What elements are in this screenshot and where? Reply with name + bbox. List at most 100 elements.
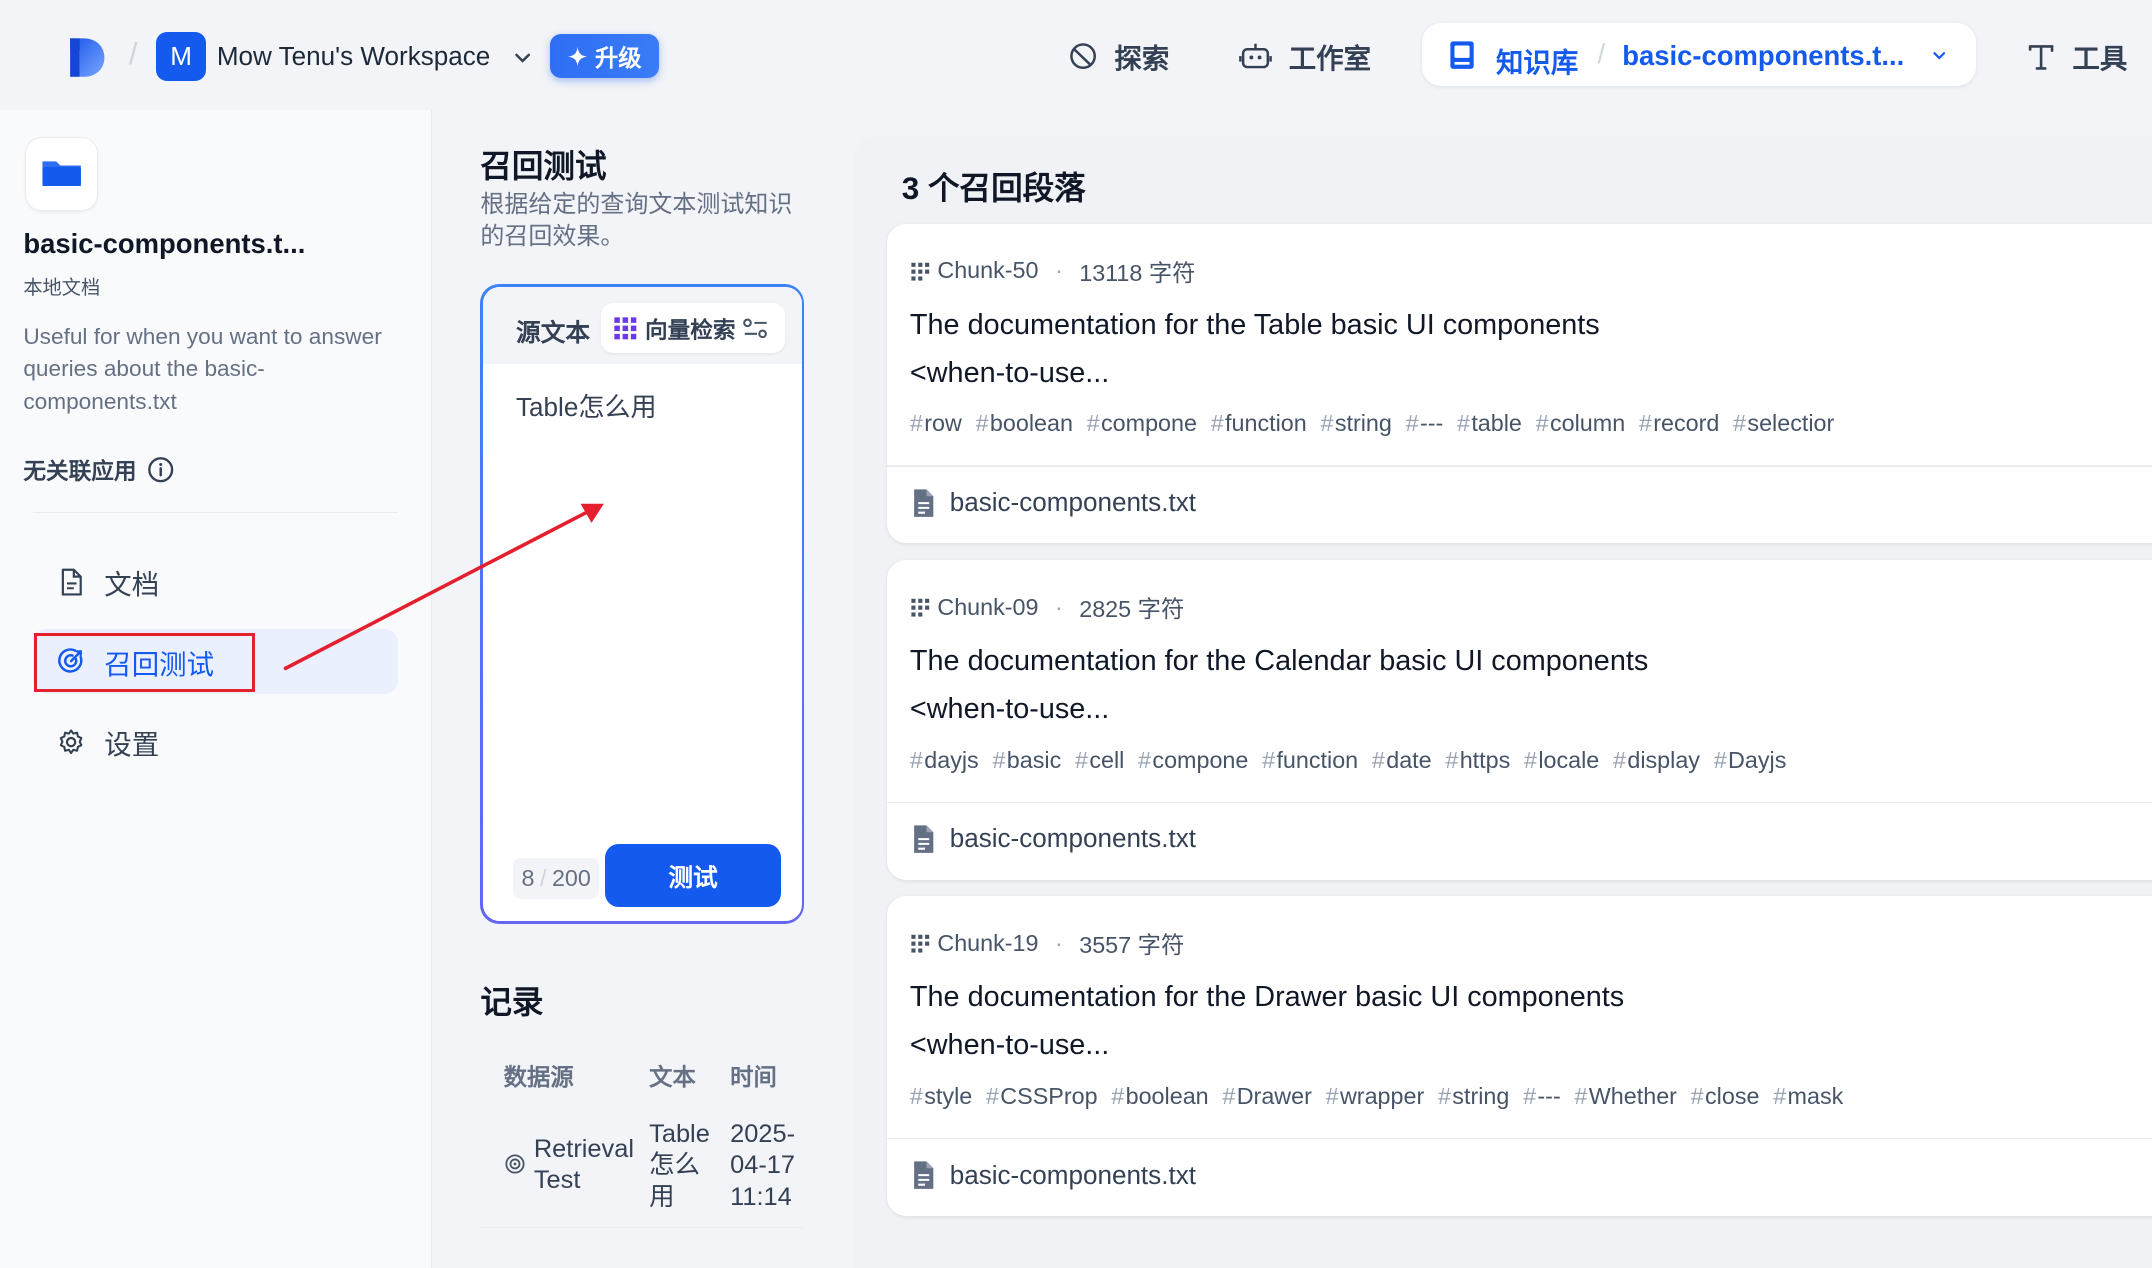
info-icon[interactable] [147,456,174,483]
nav-tools[interactable]: 工具 [2026,33,2128,80]
retrieval-mode-button[interactable]: 向量检索 [601,303,785,353]
keyword-tag: #CSSProp [985,1082,1098,1109]
nav-explore[interactable]: 探索 [1068,33,1169,80]
keyword-tag: #--- [1405,410,1444,437]
chunk-meta: Chunk-50 · 13118 字符 [910,254,1196,288]
char-count: 8 [521,864,535,891]
gear-icon [60,729,83,755]
chunk-id: Chunk-09 [937,593,1039,620]
app-stage: / M Mow Tenu's Workspace 升级 探索 工作室 知识库 /… [0,0,2152,1268]
linked-apps-label: 无关联应用 [23,458,137,484]
chunk-file-name: basic-components.txt [949,487,1196,518]
keyword-tag: #column [1535,410,1626,437]
dify-logo-icon[interactable] [66,37,107,78]
chunk-id: Chunk-50 [937,257,1039,284]
breadcrumb-separator: / [1597,38,1606,70]
chunk-line: The documentation for the Drawer basic U… [909,981,1625,1014]
chunk-source-file[interactable]: basic-components.txt [910,1160,1196,1191]
grid-dots-icon [911,935,930,953]
keyword-tag: #close [1690,1082,1760,1109]
dataset-description: Useful for when you want to answer queri… [23,324,382,414]
keyword-tag: #boolean [1111,1082,1209,1109]
column-header: 时间 [730,1064,777,1091]
chunk-source-file[interactable]: basic-components.txt [910,823,1196,854]
chunk-char-count: 13118 字符 [1079,259,1196,286]
chunk-line: <when-to-use... [909,692,1110,725]
workspace-avatar[interactable]: M [156,31,206,81]
records-title: 记录 [480,984,544,1021]
table-row[interactable]: Retrieval Test Table怎么用 2025-04-17 11:14 [480,1114,805,1228]
linked-apps-status: 无关联应用 [23,453,175,486]
keyword-tag: #Whether [1574,1082,1677,1109]
record-source: Retrieval Test [533,1134,634,1195]
folder-icon [42,161,81,187]
chunk-content: The documentation for the Table basic UI… [910,301,1600,397]
sidebar-item-label: 设置 [104,729,160,761]
chunk-content: The documentation for the Drawer basic U… [910,973,1624,1069]
header-separator: / [129,38,138,72]
file-icon [914,825,934,853]
robot-icon [1239,43,1273,69]
char-limit: 200 [551,864,591,891]
column-header: 数据源 [503,1064,574,1091]
chunk-line: <when-to-use... [909,356,1110,389]
keyword-tag: #compone [1086,410,1197,437]
keyword-tag: #function [1262,746,1359,773]
keyword-tag: #display [1613,746,1700,773]
chunk-meta: Chunk-19 · 3557 字符 [910,926,1184,960]
dataset-breadcrumb[interactable]: basic-components.t... [1622,40,1904,72]
chunk-card[interactable]: Chunk-09 · 2825 字符 The documentation for th… [886,559,2152,880]
keyword-tag: #row [909,410,962,437]
retrieval-mode-label: 向量检索 [645,317,736,343]
sidebar-item-label: 文档 [104,568,160,600]
chunk-keywords: #dayjs #basic #cell #compone #function #date #… [910,747,1800,780]
test-button[interactable]: 测试 [605,844,781,908]
chunk-card[interactable]: Chunk-19 · 3557 字符 The documentation for th… [886,896,2152,1216]
dataset-title: basic-components.t... [23,227,306,259]
chunk-line: The documentation for the Calendar basic… [909,644,1649,677]
chunk-keywords: #style #CSSProp #boolean #Drawer #wrapper #st… [910,1083,1857,1116]
nav-knowledge-pill[interactable]: 知识库 / basic-components.t... [1421,23,1977,87]
nav-studio[interactable]: 工作室 [1239,33,1371,80]
sidebar-item-documents[interactable]: 文档 [33,549,398,615]
chunk-divider [886,465,2152,467]
query-card: 源文本 向量检索 Table怎么用 8 / 200 测试 [480,284,805,924]
grid-dots-icon [911,598,930,617]
sidebar-item-settings[interactable]: 设置 [33,710,398,776]
nav-knowledge-label[interactable]: 知识库 [1496,40,1578,80]
chunk-meta: Chunk-09 · 2825 字符 [910,590,1184,624]
sidebar-divider [32,511,398,514]
keyword-tag: #Drawer [1222,1082,1312,1109]
nav-tools-label: 工具 [2072,43,2128,75]
keyword-tag: #dayjs [909,746,979,773]
chunk-file-name: basic-components.txt [949,823,1196,854]
upgrade-button[interactable]: 升级 [550,34,659,79]
record-time: 2025-04-17 11:14 [730,1119,796,1211]
keyword-tag: #https [1445,746,1511,773]
column-header: 文本 [649,1064,696,1091]
chevron-down-icon[interactable] [1931,47,1947,63]
settings-sliders-icon[interactable] [742,316,769,341]
keyword-tag: #function [1210,410,1307,437]
keyword-tag: #string [1437,1082,1510,1109]
tools-icon [2028,45,2054,70]
dataset-type: 本地文档 [23,277,101,299]
keyword-tag: #compone [1138,746,1249,773]
nav-studio-label: 工作室 [1288,43,1372,75]
workspace-name[interactable]: Mow Tenu's Workspace [217,41,490,72]
keyword-tag: #wrapper [1325,1082,1425,1109]
keyword-tag: #string [1320,410,1392,437]
chunk-card[interactable]: Chunk-50 · 13118 字符 The documentation for t… [886,223,2152,544]
chunk-source-file[interactable]: basic-components.txt [910,487,1196,518]
query-textarea[interactable]: Table怎么用 [516,386,657,424]
chevron-down-icon[interactable] [513,48,532,67]
keyword-tag: #--- [1523,1082,1561,1109]
grid-dots-icon [911,262,930,281]
record-text: Table怎么用 [649,1119,710,1211]
source-text-label: 源文本 [516,319,591,347]
file-icon [914,488,934,517]
chunk-divider [886,801,2152,803]
chunk-line: The documentation for the Table basic UI… [909,308,1600,341]
keyword-tag: #locale [1523,746,1600,773]
keyword-tag: #mask [1773,1082,1844,1109]
